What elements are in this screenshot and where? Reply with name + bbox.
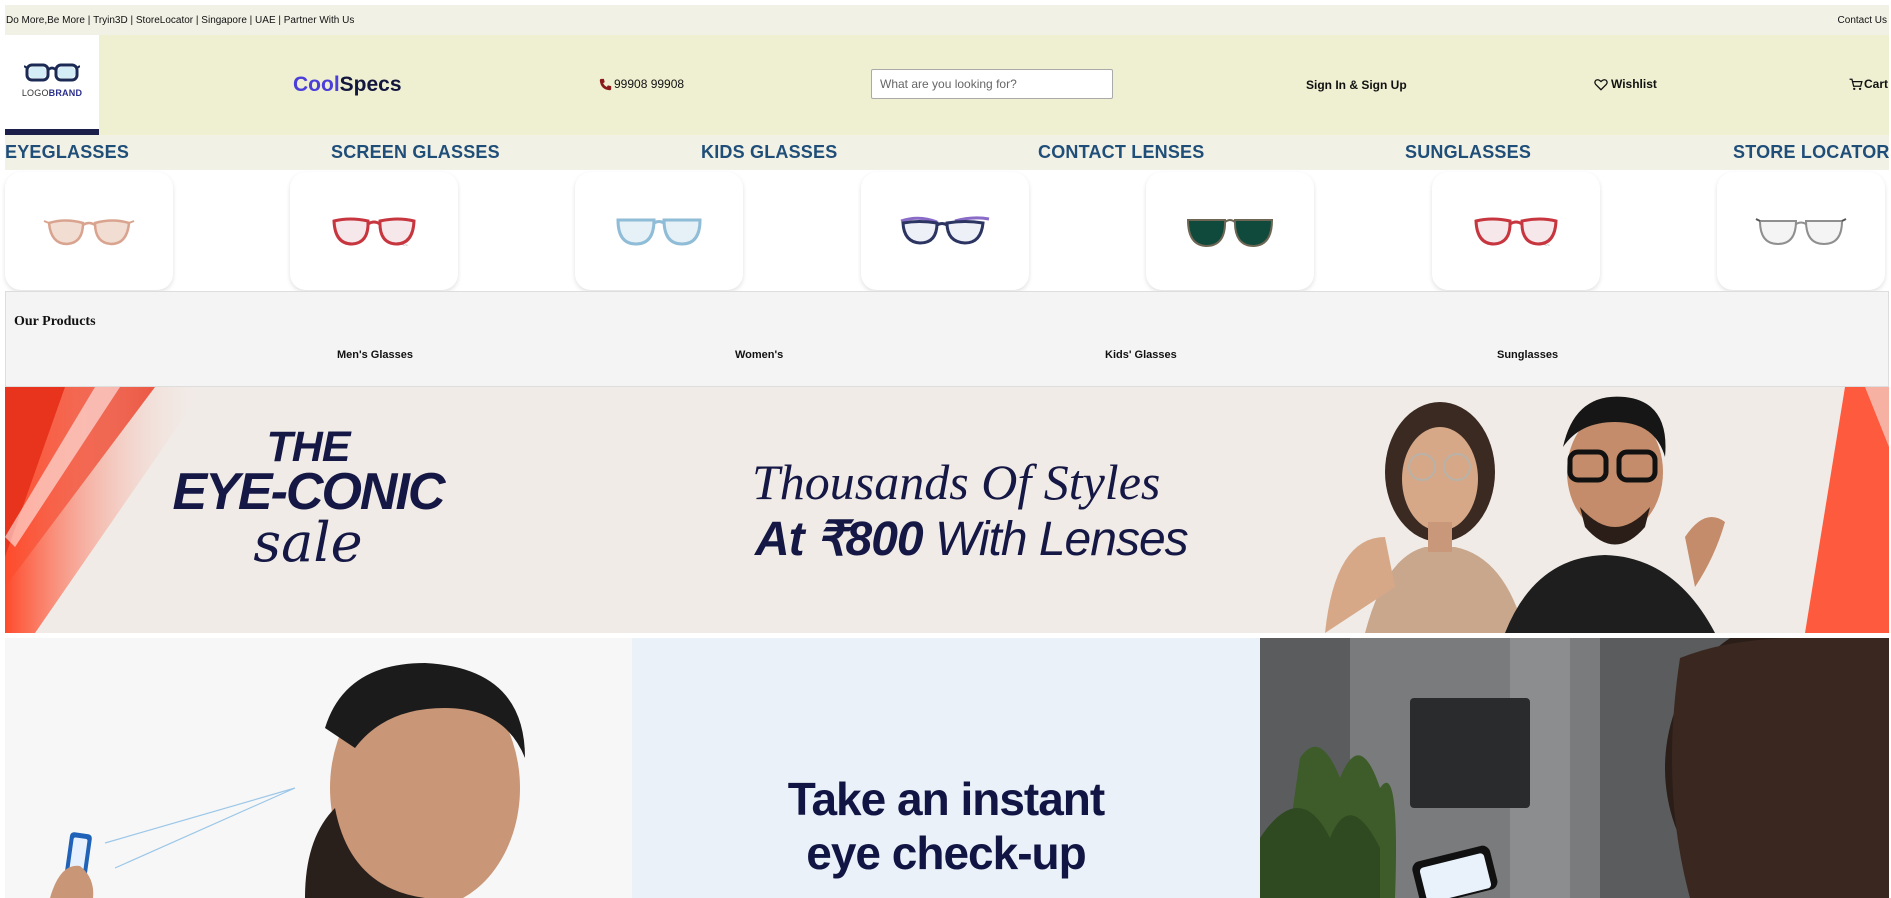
eye-conic-sale-title: THE EYE-CONIC sale: [172, 423, 446, 575]
home-eye-test-tile[interactable]: [1260, 638, 1889, 898]
eyeglasses-icon: [1755, 218, 1847, 246]
frame-card[interactable]: [575, 172, 743, 290]
our-products-section: Our Products Men's Glasses Women's Kids'…: [5, 291, 1889, 387]
category-nav: EYEGLASSES SCREEN GLASSES KIDS GLASSES C…: [5, 135, 1889, 170]
nav-eyeglasses[interactable]: EYEGLASSES: [5, 142, 129, 163]
frame-card[interactable]: [5, 172, 173, 290]
sunglasses-icon: [1186, 219, 1274, 248]
top-separator: |: [193, 14, 202, 26]
top-link-singapore[interactable]: Singapore: [201, 15, 247, 26]
eyeglasses-icon: ~~: [332, 217, 416, 249]
eyeglasses-icon: [616, 218, 702, 246]
phone-icon: [599, 78, 612, 90]
eyeglasses-icon: [43, 219, 135, 246]
phone-number[interactable]: 99908 99908: [599, 77, 684, 91]
eyeglasses-icon: ~~: [1474, 217, 1558, 249]
product-link-sunglasses[interactable]: Sunglasses: [1497, 349, 1558, 361]
contact-us-link[interactable]: Contact Us: [1838, 15, 1887, 26]
top-separator: |: [246, 14, 256, 26]
eye-checkup-tile[interactable]: Take an instant eye check-up: [632, 638, 1260, 898]
nav-sunglasses[interactable]: SUNGLASSES: [1405, 142, 1531, 163]
top-separator: |: [127, 14, 136, 26]
top-link-domore[interactable]: Do More,Be More: [6, 15, 85, 26]
frame-carousel: ~~ ~~: [5, 170, 1889, 291]
banner-offer: At ₹800 With Lenses: [755, 513, 1189, 566]
models-wearing-glasses-image: [1325, 387, 1889, 633]
nav-contact-lenses[interactable]: CONTACT LENSES: [1038, 142, 1204, 163]
product-link-kids[interactable]: Kids' Glasses: [1105, 349, 1177, 361]
top-link-tryin3d[interactable]: Tryin3D: [93, 15, 128, 26]
nav-store-locator[interactable]: STORE LOCATOR: [1733, 142, 1890, 163]
frame-card[interactable]: [1146, 172, 1314, 290]
brand-name[interactable]: CoolSpecs: [293, 73, 402, 97]
svg-text:~~: ~~: [1544, 243, 1550, 249]
top-link-uae[interactable]: UAE: [255, 15, 276, 26]
top-utility-bar: Do More,Be More | Tryin3D | StoreLocator…: [5, 5, 1889, 35]
wishlist-link[interactable]: Wishlist: [1594, 77, 1657, 91]
eye-checkup-heading: Take an instant eye check-up: [787, 773, 1105, 880]
nav-screen-glasses[interactable]: SCREEN GLASSES: [331, 142, 500, 163]
product-link-womens[interactable]: Women's: [735, 349, 783, 361]
top-link-partner[interactable]: Partner With Us: [284, 15, 355, 26]
cart-icon: [1849, 78, 1863, 90]
top-link-storelocator[interactable]: StoreLocator: [136, 15, 193, 26]
frame-card[interactable]: ~~: [290, 172, 458, 290]
cart-label: Cart: [1864, 77, 1889, 91]
cart-link[interactable]: Cart: [1849, 77, 1888, 91]
top-separator: |: [275, 14, 284, 26]
top-separator: |: [84, 14, 94, 26]
eye-scan-tile[interactable]: [5, 638, 632, 898]
frame-card[interactable]: [861, 172, 1029, 290]
banner-headline: Thousands Of Styles: [752, 454, 1161, 510]
logo[interactable]: LOGOBRAND: [5, 35, 99, 135]
sale-banner[interactable]: THE EYE-CONIC sale Thousands Of Styles A…: [5, 387, 1889, 633]
our-products-heading: Our Products: [14, 314, 96, 329]
signin-signup-link[interactable]: Sign In & Sign Up: [1306, 78, 1407, 92]
page: Do More,Be More | Tryin3D | StoreLocator…: [5, 5, 1889, 898]
nav-kids-glasses[interactable]: KIDS GLASSES: [701, 142, 837, 163]
heart-icon: [1594, 78, 1608, 91]
wishlist-label: Wishlist: [1611, 77, 1657, 91]
glasses-logo-icon: [24, 63, 80, 82]
product-link-mens[interactable]: Men's Glasses: [337, 349, 413, 361]
svg-text:~~: ~~: [402, 243, 408, 249]
eyeglasses-icon: [900, 216, 990, 245]
search-input[interactable]: [871, 69, 1113, 99]
top-links: Do More,Be More | Tryin3D | StoreLocator…: [6, 15, 354, 26]
woman-with-phone-image: [1260, 638, 1889, 898]
frame-card[interactable]: [1717, 172, 1885, 290]
phone-label: 99908 99908: [614, 77, 685, 91]
man-eye-scan-image: [50, 663, 525, 898]
feature-tiles: Take an instant eye check-up: [5, 638, 1889, 898]
logo-text: LOGOBRAND: [21, 88, 83, 98]
frame-card[interactable]: ~~: [1432, 172, 1600, 290]
main-header: LOGOBRAND CoolSpecs 99908 99908 Sign In …: [5, 35, 1889, 135]
